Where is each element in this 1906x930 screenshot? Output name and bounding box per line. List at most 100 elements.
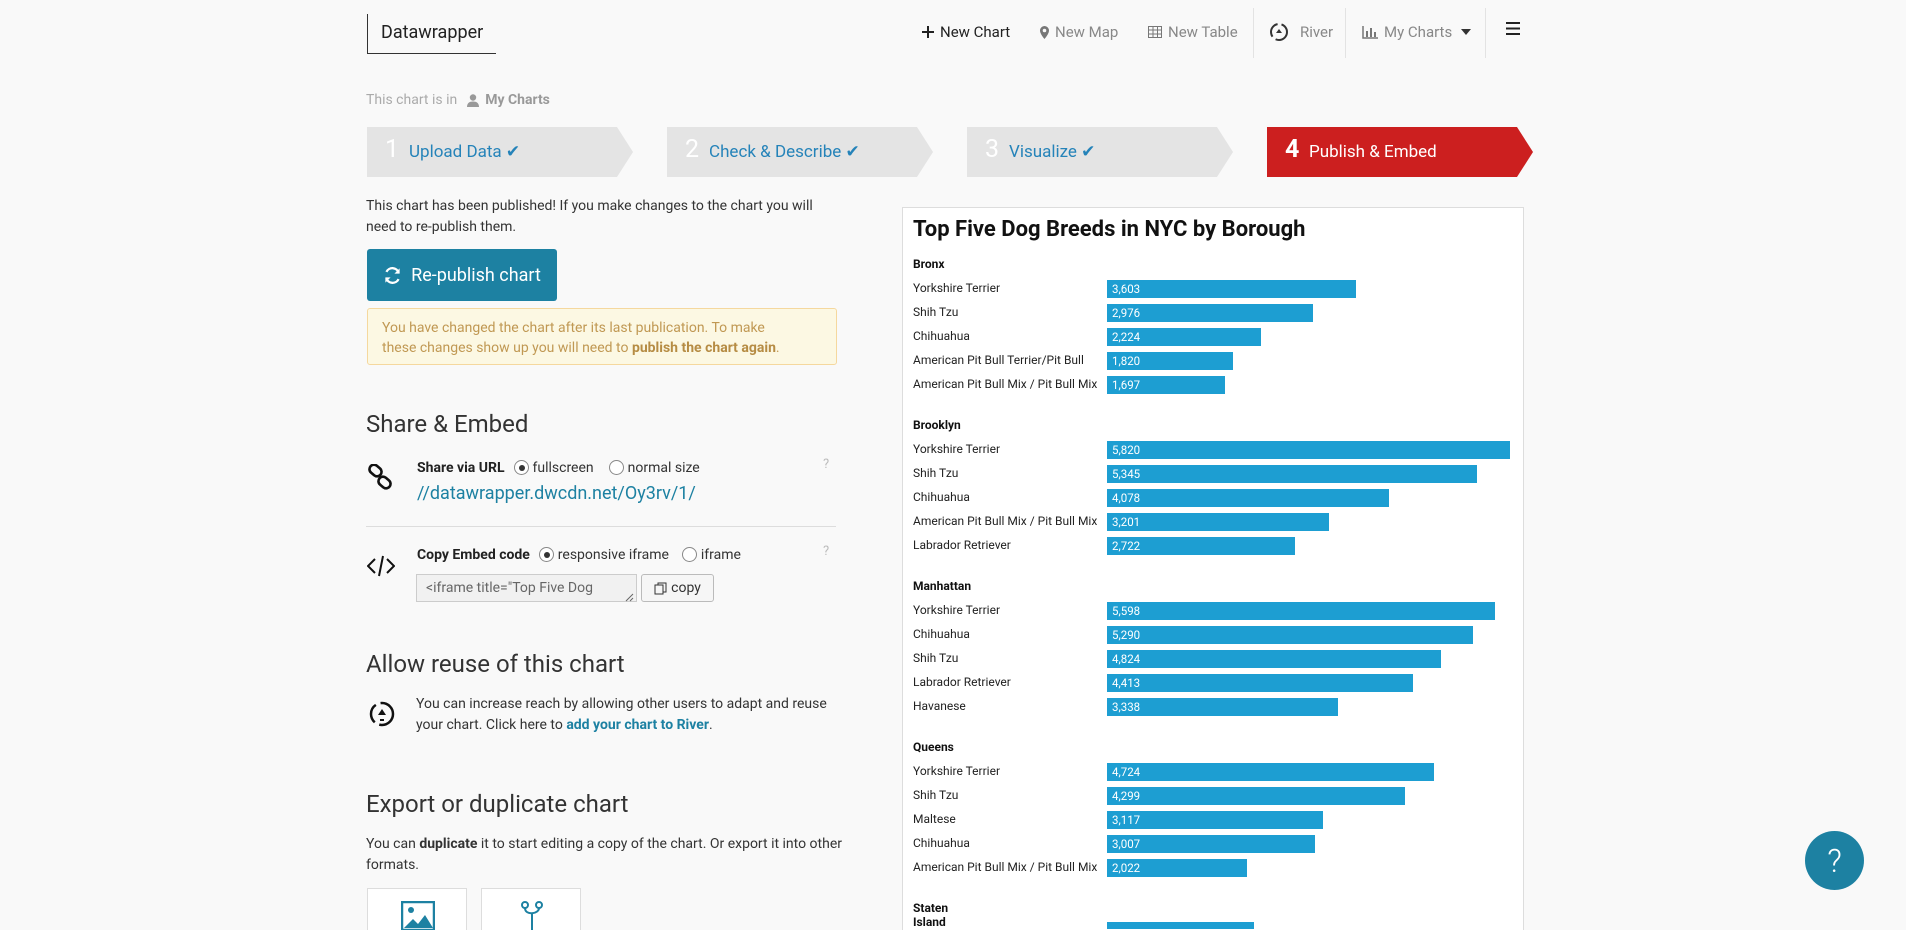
datawrapper-logo[interactable]: Datawrapper <box>367 14 496 54</box>
table-icon <box>1148 26 1162 38</box>
river-icon <box>1270 23 1288 41</box>
nav-divider <box>1253 8 1254 58</box>
plus-icon <box>922 26 934 38</box>
share-url-link[interactable]: //datawrapper.dwcdn.net/Oy3rv/1/ <box>417 483 696 504</box>
bar-label: Shih Tzu <box>913 466 959 480</box>
bar-chart-icon <box>1362 25 1378 39</box>
bar-label: Chihuahua <box>913 329 970 343</box>
help-button[interactable]: ? <box>1805 831 1864 890</box>
duplicate-tile[interactable] <box>481 888 581 930</box>
bar-value: 5,290 <box>1112 628 1141 642</box>
bar-value: 4,078 <box>1112 491 1141 505</box>
chart-title: Top Five Dog Breeds in NYC by Borough <box>913 217 1306 242</box>
step-arrow-shape <box>967 127 1233 177</box>
normal-size-radio[interactable]: normal size <box>609 460 700 476</box>
bar-value: 2,976 <box>1112 306 1141 320</box>
reuse-heading: Allow reuse of this chart <box>366 650 625 678</box>
bar-value: 3,117 <box>1112 813 1141 827</box>
step-number: 4 <box>1285 135 1300 164</box>
link-icon <box>367 463 393 494</box>
bar-label: Chihuahua <box>913 627 970 641</box>
group-label: Staten Island <box>913 901 949 929</box>
responsive-iframe-radio[interactable]: responsive iframe <box>539 547 669 563</box>
bar-value: 5,345 <box>1112 467 1141 481</box>
code-icon <box>366 555 396 581</box>
bar: 5,820 <box>1107 441 1510 459</box>
bar-label: Yorkshire Terrier <box>913 603 1001 617</box>
step-number: 1 <box>385 135 400 164</box>
step-publish-embed[interactable]: 4 Publish & Embed <box>1267 127 1533 177</box>
embed-code-help[interactable]: ? <box>823 544 829 559</box>
breadcrumb-folder[interactable]: My Charts <box>485 92 550 108</box>
bar: 3,117 <box>1107 811 1323 829</box>
step-number: 2 <box>685 135 700 164</box>
export-heading: Export or duplicate chart <box>366 790 629 818</box>
bar-value: 3,201 <box>1112 515 1141 529</box>
nav-new-table[interactable]: New Table <box>1148 18 1238 46</box>
group-label: Manhattan <box>913 579 972 593</box>
nav-river[interactable]: River <box>1268 18 1333 46</box>
bar: 4,413 <box>1107 674 1413 692</box>
bar: 2,224 <box>1107 328 1261 346</box>
nav-new-chart-label: New Chart <box>940 23 1011 41</box>
bar: 1,820 <box>1107 352 1233 370</box>
bar-label: Yorkshire Terrier <box>913 442 1001 456</box>
step-visualize[interactable]: 3 Visualize ✔ <box>967 127 1233 177</box>
iframe-radio[interactable]: iframe <box>682 547 741 563</box>
river-icon <box>367 699 397 733</box>
republish-warning: You have changed the chart after its las… <box>367 308 837 365</box>
bar: 2,976 <box>1107 304 1313 322</box>
step-check-describe[interactable]: 2 Check & Describe ✔ <box>667 127 933 177</box>
republish-button-label: Re-publish chart <box>411 264 541 286</box>
hamburger-menu-icon[interactable] <box>1506 22 1520 39</box>
nav-my-charts-label: My Charts <box>1384 23 1453 41</box>
bar: 1,697 <box>1107 376 1225 394</box>
bar: 5,290 <box>1107 626 1473 644</box>
share-embed-heading: Share & Embed <box>366 410 529 438</box>
bar-label: Chihuahua <box>913 836 970 850</box>
embed-code-textarea[interactable]: <iframe title="Top Five Dog <box>416 574 637 602</box>
bar: 4,299 <box>1107 787 1405 805</box>
nav-divider <box>1485 8 1486 58</box>
nav-new-map[interactable]: New Map <box>1040 18 1118 46</box>
step-label: Upload Data ✔ <box>409 142 521 162</box>
breadcrumb-prefix: This chart is in <box>366 92 458 108</box>
bar-value: 2,224 <box>1112 330 1141 344</box>
bar-label: Maltese <box>913 812 956 826</box>
bar-value: 4,724 <box>1112 765 1141 779</box>
bar: 2,722 <box>1107 537 1295 555</box>
published-notice: This chart has been published! If you ma… <box>366 198 813 235</box>
group-label: Brooklyn <box>913 418 961 432</box>
reuse-text: You can increase reach by allowing other… <box>416 696 827 733</box>
bar-label: Shih Tzu <box>913 651 959 665</box>
nav-my-charts[interactable]: My Charts <box>1362 18 1477 46</box>
share-url-label: Share via URL <box>417 460 505 476</box>
export-image-tile[interactable] <box>367 888 467 930</box>
step-number: 3 <box>985 135 1000 164</box>
republish-button[interactable]: Re-publish chart <box>367 249 557 301</box>
step-label: Check & Describe ✔ <box>709 142 860 162</box>
step-label: Publish & Embed <box>1309 142 1437 162</box>
bar: 4,724 <box>1107 763 1434 781</box>
nav-new-table-label: New Table <box>1168 23 1238 41</box>
bar: 5,598 <box>1107 602 1495 620</box>
fork-icon <box>521 901 543 930</box>
nav-divider <box>1345 8 1346 58</box>
check-icon: ✔ <box>1081 142 1096 162</box>
nav-river-label: River <box>1300 23 1334 41</box>
bar-value: 3,007 <box>1112 837 1141 851</box>
copy-button[interactable]: copy <box>641 574 714 602</box>
check-icon: ✔ <box>845 142 860 162</box>
refresh-icon <box>385 266 400 284</box>
fullscreen-radio[interactable]: fullscreen <box>514 460 594 476</box>
add-to-river-link[interactable]: add your chart to River <box>566 717 709 733</box>
nav-new-chart[interactable]: New Chart <box>922 18 1010 46</box>
step-upload-data[interactable]: 1 Upload Data ✔ <box>367 127 633 177</box>
copy-button-label: copy <box>671 580 701 596</box>
bar-value: 1,697 <box>1112 378 1141 392</box>
breadcrumb: This chart is in My Charts <box>366 92 550 108</box>
bar: 2,022 <box>1107 859 1247 877</box>
publish-again-link[interactable]: publish the chart again <box>632 340 776 356</box>
share-url-help[interactable]: ? <box>823 457 829 472</box>
resize-handle-icon[interactable] <box>624 590 634 606</box>
